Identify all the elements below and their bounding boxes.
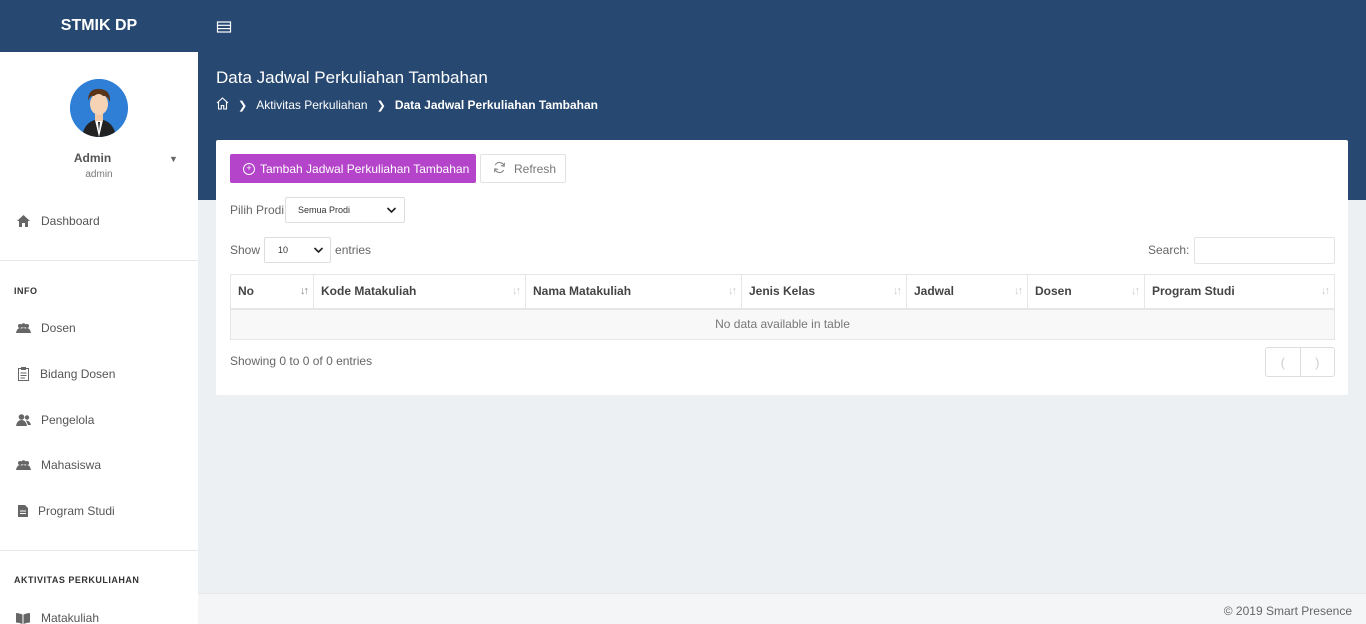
page-length-value: 10 [278,245,289,255]
table-header-row: No ↓↑ Kode Matakuliah ↓↑ Nama Matakuliah ↓↑… [230,274,1335,310]
sort-icon: ↓↑ [1321,285,1330,297]
refresh-icon [493,161,506,177]
brand-logo[interactable]: STMIK DP [0,0,198,52]
prodi-select[interactable]: Semua Prodi [285,197,405,223]
users-icon [15,320,31,336]
sidebar-item-label: Matakuliah [41,611,100,624]
page-length-select[interactable]: 10 [264,237,332,263]
column-header-kode[interactable]: Kode Matakuliah ↓↑ [313,274,526,310]
sort-icon: ↓↑ [728,285,737,297]
sidebar-item-bidang-dosen[interactable]: Bidang Dosen [0,359,198,389]
section-label-aktivitas: AKTIVITAS PERKULIAHAN [14,575,140,585]
divider [0,260,198,261]
pagination: ( ) [1265,347,1335,377]
add-schedule-label: Tambah Jadwal Perkuliahan Tambahan [260,161,470,176]
sidebar-item-label: Mahasiswa [41,458,102,472]
prodi-filter-label: Pilih Prodi [230,203,285,217]
chevron-down-icon [313,244,324,258]
sort-icon: ↓↑ [1014,285,1023,297]
breadcrumb-item[interactable]: Aktivitas Perkuliahan [256,98,367,112]
user-group-icon [15,412,31,428]
column-header-jenis-kelas[interactable]: Jenis Kelas ↓↑ [741,274,907,310]
avatar [70,79,128,137]
sidebar-item-matakuliah[interactable]: Matakuliah [0,603,198,624]
divider [0,550,198,551]
column-header-nama[interactable]: Nama Matakuliah ↓↑ [525,274,742,310]
sidebar-item-pengelola[interactable]: Pengelola [0,405,198,435]
prodi-selected-value: Semua Prodi [298,205,351,215]
sidebar-item-mahasiswa[interactable]: Mahasiswa [0,450,198,480]
plus-circle-icon: + [243,162,255,175]
footer-copyright: © 2019 Smart Presence [1223,604,1352,618]
home-icon [15,213,31,229]
clipboard-icon [15,366,31,382]
sidebar-item-dashboard[interactable]: Dashboard [0,206,198,236]
sort-asc-icon: ↓↑ [300,285,309,297]
column-header-program-studi[interactable]: Program Studi ↓↑ [1144,274,1335,310]
column-header-jadwal[interactable]: Jadwal ↓↑ [906,274,1028,310]
chevron-down-icon [386,204,397,218]
sidebar-item-label: Bidang Dosen [40,367,116,381]
sidebar-item-label: Program Studi [38,504,115,518]
footer: © 2019 Smart Presence [198,593,1366,624]
table-row: No data available in table [230,308,1335,340]
page-title: Data Jadwal Perkuliahan Tambahan [216,68,488,87]
user-profile: Admin ▼ admin [0,52,198,192]
content-card: + Tambah Jadwal Perkuliahan Tambahan Ref… [216,140,1348,395]
show-label: Show [230,243,261,257]
add-schedule-button[interactable]: + Tambah Jadwal Perkuliahan Tambahan [230,154,476,183]
sidebar-item-dosen[interactable]: Dosen [0,313,198,343]
empty-table-message: No data available in table [230,308,1335,340]
chevron-right-icon: ❯ [238,99,248,112]
caret-down-icon[interactable]: ▼ [169,154,178,164]
sidebar-item-program-studi[interactable]: Program Studi [0,496,198,526]
refresh-button[interactable]: Refresh [480,154,566,183]
entries-label: entries [335,243,372,257]
schedule-table: No ↓↑ Kode Matakuliah ↓↑ Nama Matakuliah ↓↑… [230,274,1335,340]
sort-icon: ↓↑ [893,285,902,297]
profile-name[interactable]: Admin [0,151,185,165]
users-icon [15,457,31,473]
search-label: Search: [1148,243,1190,257]
breadcrumb: ❯ Aktivitas Perkuliahan ❯ Data Jadwal Pe… [216,97,598,113]
sort-icon: ↓↑ [1131,285,1140,297]
menu-toggle-icon[interactable] [216,19,232,35]
refresh-label: Refresh [514,161,557,176]
home-icon[interactable] [216,97,229,113]
previous-page-button[interactable]: ( [1266,348,1301,376]
chevron-right-icon: ❯ [376,99,386,112]
section-label-info: INFO [14,286,38,296]
page-length-control: Show 10 entries [230,237,371,263]
profile-role: admin [85,169,113,180]
sort-icon: ↓↑ [512,285,521,297]
sidebar-item-label: Dosen [41,321,76,335]
sidebar-item-label: Pengelola [41,413,95,427]
next-page-button[interactable]: ) [1301,348,1335,376]
book-icon [15,610,31,624]
table-info: Showing 0 to 0 of 0 entries [230,354,373,368]
column-header-dosen[interactable]: Dosen ↓↑ [1027,274,1145,310]
column-header-no[interactable]: No ↓↑ [230,274,314,310]
sidebar: STMIK DP Admin ▼ admin Dashboard INFO Do… [0,0,198,624]
breadcrumb-current: Data Jadwal Perkuliahan Tambahan [394,98,599,112]
file-icon [15,503,31,519]
sidebar-item-label: Dashboard [41,214,100,228]
search-input[interactable] [1194,237,1335,264]
